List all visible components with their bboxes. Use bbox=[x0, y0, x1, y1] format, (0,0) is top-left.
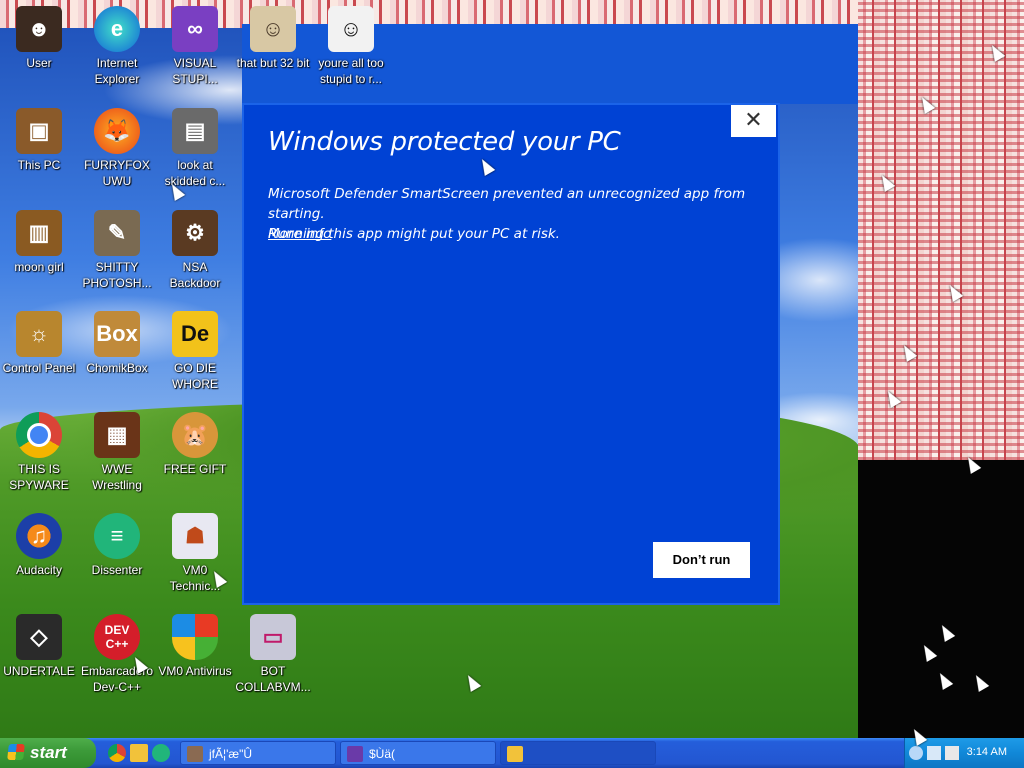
wrestling-icon: ▦ bbox=[94, 412, 140, 458]
gimp-icon: ✎ bbox=[94, 210, 140, 256]
taskbar: start jfÃ¦'æ"Û $Ùä( 3:14 AM bbox=[0, 738, 1024, 768]
taskbar-button-task-1[interactable]: jfÃ¦'æ"Û bbox=[180, 741, 336, 765]
monitor-icon: ▭ bbox=[250, 614, 296, 660]
desktop-icon-furryfox[interactable]: 🦊 FURRYFOX UWU bbox=[78, 108, 156, 189]
devcpp-icon: DEV C++ bbox=[94, 614, 140, 660]
desktop-icon-that-but-32-bit[interactable]: ☺ that but 32 bit bbox=[234, 6, 312, 71]
desktop-icon-vm0-antivirus[interactable]: VM0 Antivirus bbox=[156, 614, 234, 679]
edge-browser-icon: e bbox=[94, 6, 140, 52]
desktop-icon-skidded[interactable]: ▤ look at skidded c... bbox=[156, 108, 234, 189]
cabinet-icon: ▥ bbox=[16, 210, 62, 256]
desktop-icon-bot-collabvm[interactable]: ▭ BOT COLLABVM... bbox=[234, 614, 312, 695]
gift-icon: 🐹 bbox=[172, 412, 218, 458]
start-button[interactable]: start bbox=[0, 738, 96, 768]
app-icon bbox=[187, 746, 203, 762]
unity-icon: ◇ bbox=[16, 614, 62, 660]
stack-icon: ▤ bbox=[172, 108, 218, 154]
network-icon[interactable] bbox=[927, 746, 941, 760]
desktop-icon-visual-studio[interactable]: ∞ VISUAL STUPI... bbox=[156, 6, 234, 87]
dialog-message-line-2: Running this app might put your PC at ri… bbox=[268, 226, 560, 242]
taskbar-button-task-2[interactable]: $Ùä( bbox=[340, 741, 496, 765]
smartscreen-dialog: ✕ Windows protected your PC Microsoft De… bbox=[242, 103, 780, 605]
close-icon: ✕ bbox=[744, 107, 763, 132]
taskbar-button-task-3[interactable] bbox=[500, 741, 656, 765]
technician-icon: ☗ bbox=[172, 513, 218, 559]
close-button[interactable]: ✕ bbox=[731, 105, 776, 137]
shield-icon bbox=[172, 614, 218, 660]
desktop-icon-this-pc[interactable]: ▣ This PC bbox=[0, 108, 78, 173]
folder-icon bbox=[507, 746, 523, 762]
black-region bbox=[858, 460, 1024, 740]
desktop-icon-user[interactable]: ☻ User bbox=[0, 6, 78, 71]
desktop-icon-chomikbox[interactable]: Box ChomikBox bbox=[78, 311, 156, 376]
desktop-icon-dev-cpp[interactable]: DEV C++ Embarcadero Dev-C++ bbox=[78, 614, 156, 695]
chrome-icon bbox=[16, 412, 62, 458]
firefox-icon: 🦊 bbox=[94, 108, 140, 154]
desktop-icon-this-is-spyware[interactable]: THIS IS SPYWARE bbox=[0, 412, 78, 493]
user-icon: ☻ bbox=[16, 6, 62, 52]
clock[interactable]: 3:14 AM bbox=[967, 746, 1007, 758]
dont-run-button[interactable]: Don’t run bbox=[653, 542, 750, 578]
chrome-quicklaunch-icon[interactable] bbox=[108, 744, 126, 762]
machine-icon: ⚙ bbox=[172, 210, 218, 256]
tray-expand-icon[interactable] bbox=[909, 746, 923, 760]
dialog-message: Microsoft Defender SmartScreen prevented… bbox=[268, 184, 768, 244]
desktop-icon-undertale[interactable]: ◇ UNDERTALE bbox=[0, 614, 78, 679]
desktop-icon-go-die[interactable]: De GO DIE WHORE bbox=[156, 311, 234, 392]
computer-icon: ▣ bbox=[16, 108, 62, 154]
dialog-title: Windows protected your PC bbox=[268, 127, 621, 157]
desktop-icon-free-gift[interactable]: 🐹 FREE GIFT bbox=[156, 412, 234, 477]
desktop-icon-audacity[interactable]: ♫ Audacity bbox=[0, 513, 78, 578]
desktop-icon-nsa-backdoor[interactable]: ⚙ NSA Backdoor bbox=[156, 210, 234, 291]
visual-studio-icon: ∞ bbox=[172, 6, 218, 52]
dissenter-quicklaunch-icon[interactable] bbox=[152, 744, 170, 762]
control-panel-icon: ☼ bbox=[16, 311, 62, 357]
more-info-link[interactable]: More info bbox=[268, 226, 331, 242]
dialog-message-line-1: Microsoft Defender SmartScreen prevented… bbox=[268, 186, 746, 222]
desktop-icon-youre-all-too-stupid[interactable]: ☺ youre all too stupid to r... bbox=[312, 6, 390, 87]
de-icon: De bbox=[172, 311, 218, 357]
portrait-icon: ☺ bbox=[250, 6, 296, 52]
folder-quicklaunch-icon[interactable] bbox=[130, 744, 148, 762]
desktop-icon-wwe-wrestling[interactable]: ▦ WWE Wrestling bbox=[78, 412, 156, 493]
windows-logo-icon bbox=[7, 744, 25, 760]
desktop-icon-internet-explorer[interactable]: e Internet Explorer bbox=[78, 6, 156, 87]
portrait-bw-icon: ☺ bbox=[328, 6, 374, 52]
audacity-icon: ♫ bbox=[16, 513, 62, 559]
app-icon bbox=[347, 746, 363, 762]
desktop-icon-control-panel[interactable]: ☼ Control Panel bbox=[0, 311, 78, 376]
desktop-icon-moon-girl[interactable]: ▥ moon girl bbox=[0, 210, 78, 275]
dissenter-icon: ≡ bbox=[94, 513, 140, 559]
glitch-artifact-right bbox=[858, 0, 1024, 460]
desktop-icon-dissenter[interactable]: ≡ Dissenter bbox=[78, 513, 156, 578]
volume-icon[interactable] bbox=[945, 746, 959, 760]
hamster-box-icon: Box bbox=[94, 311, 140, 357]
desktop-icon-photoshop[interactable]: ✎ SHITTY PHOTOSH... bbox=[78, 210, 156, 291]
